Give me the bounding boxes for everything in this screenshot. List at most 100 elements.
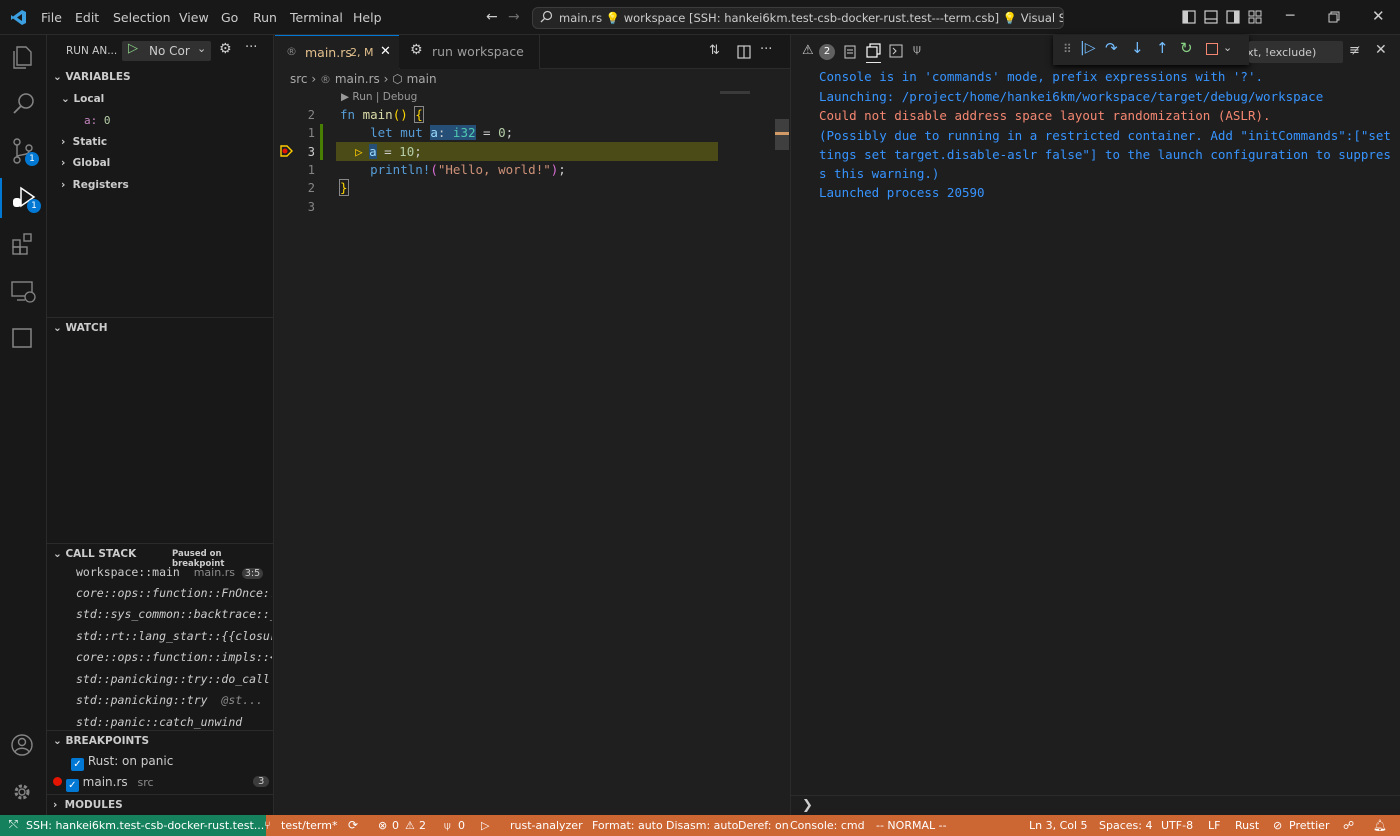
watch-header[interactable]: ⌄ WATCH: [47, 317, 274, 339]
accounts-icon[interactable]: [0, 725, 47, 765]
codelens-run-debug[interactable]: ▶ Run | Debug: [341, 91, 417, 103]
debug-console-tab-icon[interactable]: [866, 43, 881, 63]
close-window-icon[interactable]: ✕: [1372, 7, 1385, 25]
stack-frame[interactable]: std::rt::lang_start::{{closur: [76, 629, 272, 650]
toggle-sidebar-icon[interactable]: [1182, 10, 1196, 24]
back-arrow-icon[interactable]: ←: [486, 9, 498, 25]
stop-icon[interactable]: [1206, 43, 1218, 55]
tree-static[interactable]: › Static: [61, 136, 107, 148]
console-input[interactable]: ❯: [791, 795, 1400, 815]
eol-status[interactable]: LF: [1208, 819, 1220, 832]
callstack-header[interactable]: ⌄ CALL STACK Paused on breakpoint: [47, 543, 274, 569]
disasm-status[interactable]: Disasm: auto: [666, 819, 738, 832]
tab-main-rs[interactable]: ® main.rs 2, M ✕: [275, 35, 399, 69]
more-actions-icon[interactable]: ···: [245, 40, 257, 55]
breakpoint-rust-panic[interactable]: ✓ Rust: on panic: [71, 754, 173, 771]
tree-global[interactable]: › Global: [61, 157, 110, 169]
menu-view[interactable]: View: [179, 10, 209, 25]
search-view-icon[interactable]: [0, 84, 47, 124]
menu-selection[interactable]: Selection: [113, 10, 171, 25]
prettier-status[interactable]: Prettier: [1289, 819, 1329, 832]
menu-run[interactable]: Run: [253, 10, 277, 25]
variables-header[interactable]: ⌄ VARIABLES: [47, 67, 274, 89]
deref-status[interactable]: Deref: on: [738, 819, 789, 832]
more-actions-icon[interactable]: ···: [760, 42, 772, 57]
sync-icon[interactable]: ⟳: [348, 818, 358, 832]
indentation-status[interactable]: Spaces: 4: [1099, 819, 1152, 832]
menu-edit[interactable]: Edit: [75, 10, 99, 25]
checkbox-checked-icon[interactable]: ✓: [71, 758, 84, 771]
breadcrumb-file[interactable]: main.rs: [335, 72, 380, 86]
tab-run-workspace[interactable]: ⚙ run workspace: [400, 35, 540, 69]
warning-icon[interactable]: ⚠: [802, 43, 814, 58]
breadcrumb-src[interactable]: src: [290, 72, 308, 86]
console-mode-status[interactable]: Console: cmd: [790, 819, 865, 832]
minimize-icon[interactable]: ─: [1286, 8, 1294, 24]
stack-frame[interactable]: std::sys_common::backtrace::_: [76, 607, 272, 628]
restart-icon[interactable]: ↻: [1180, 39, 1193, 57]
chevron-down-icon[interactable]: ⌄: [1223, 41, 1232, 54]
forward-arrow-icon[interactable]: →: [508, 9, 520, 25]
stack-frame[interactable]: core::ops::function::FnOnce::: [76, 586, 272, 607]
menu-terminal[interactable]: Terminal: [290, 10, 343, 25]
menu-help[interactable]: Help: [353, 10, 382, 25]
tree-registers[interactable]: › Registers: [61, 179, 129, 191]
code-line[interactable]: println!("Hello, world!");: [340, 162, 566, 177]
extensions-icon[interactable]: [0, 225, 47, 265]
checkbox-checked-icon[interactable]: ✓: [65, 779, 79, 792]
close-panel-icon[interactable]: ✕: [1375, 42, 1387, 58]
ports-icon[interactable]: ⍦: [913, 42, 921, 57]
terminal-tab-icon[interactable]: [889, 44, 903, 58]
breakpoint-main-rs[interactable]: ✓ main.rs src 3: [53, 775, 270, 792]
variable-a[interactable]: a: 0: [84, 114, 111, 127]
rust-analyzer-status[interactable]: rust-analyzer: [510, 819, 583, 832]
remote-indicator[interactable]: ⤲ SSH: hankei6km.test-csb-docker-rust.te…: [0, 815, 266, 836]
code-line[interactable]: let mut a: i32 = 0;: [340, 125, 513, 140]
step-over-icon[interactable]: ↷: [1105, 39, 1118, 57]
stack-frame[interactable]: std::panicking::try::do_call: [76, 672, 272, 693]
restore-icon[interactable]: [1328, 11, 1340, 23]
clear-console-icon[interactable]: ≡̷: [1349, 43, 1360, 58]
explorer-icon[interactable]: [0, 37, 47, 77]
toggle-panel-icon[interactable]: [1204, 10, 1218, 24]
start-debug-icon[interactable]: ▷: [128, 41, 138, 56]
output-icon[interactable]: [844, 45, 856, 59]
drag-handle-icon[interactable]: ⠿: [1063, 42, 1072, 56]
notifications-bell-icon[interactable]: 🔔︎: [1373, 819, 1387, 832]
breadcrumb-symbol[interactable]: main: [407, 72, 437, 86]
modules-header[interactable]: › MODULES: [47, 794, 274, 816]
panel-view-icon[interactable]: [0, 319, 47, 359]
minimap[interactable]: [720, 91, 750, 94]
breakpoints-header[interactable]: ⌄ BREAKPOINTS: [47, 730, 274, 752]
source-control-icon[interactable]: 1: [0, 131, 47, 171]
encoding-status[interactable]: UTF-8: [1161, 819, 1193, 832]
stack-frame[interactable]: core::ops::function::impls::<: [76, 650, 272, 671]
format-status[interactable]: Format: auto: [592, 819, 663, 832]
command-center[interactable]: main.rs 💡 workspace [SSH: hankei6km.test…: [532, 7, 1064, 29]
stack-frame[interactable]: std::panicking::try @st...: [76, 693, 272, 714]
step-into-icon[interactable]: ↓: [1131, 39, 1144, 57]
error-count[interactable]: 0: [392, 819, 399, 832]
menu-go[interactable]: Go: [221, 10, 238, 25]
ports-count[interactable]: 0: [458, 819, 465, 832]
tree-local[interactable]: ⌄ Local: [61, 93, 104, 105]
language-mode[interactable]: Rust: [1235, 819, 1259, 832]
feedback-icon[interactable]: ☍: [1343, 819, 1354, 832]
manage-gear-icon[interactable]: [0, 772, 47, 812]
code-line[interactable]: ▷ a = 10;: [340, 144, 422, 159]
toggle-secondary-sidebar-icon[interactable]: [1226, 10, 1240, 24]
run-debug-icon[interactable]: 1: [0, 178, 47, 218]
compare-changes-icon[interactable]: ⇅: [709, 43, 720, 58]
remote-explorer-icon[interactable]: [0, 272, 47, 312]
breakpoint-paused-icon[interactable]: [279, 144, 293, 158]
step-out-icon[interactable]: ↑: [1156, 39, 1169, 57]
continue-icon[interactable]: |▷: [1080, 40, 1095, 56]
split-editor-icon[interactable]: [737, 45, 751, 59]
warning-count[interactable]: 2: [419, 819, 426, 832]
customize-layout-icon[interactable]: [1248, 10, 1262, 24]
code-line[interactable]: fn main() {: [340, 106, 424, 123]
code-line[interactable]: }: [339, 179, 349, 196]
cursor-position[interactable]: Ln 3, Col 5: [1029, 819, 1088, 832]
close-tab-icon[interactable]: ✕: [380, 44, 391, 59]
stack-frame[interactable]: workspace::main main.rs 3:5: [76, 565, 272, 586]
